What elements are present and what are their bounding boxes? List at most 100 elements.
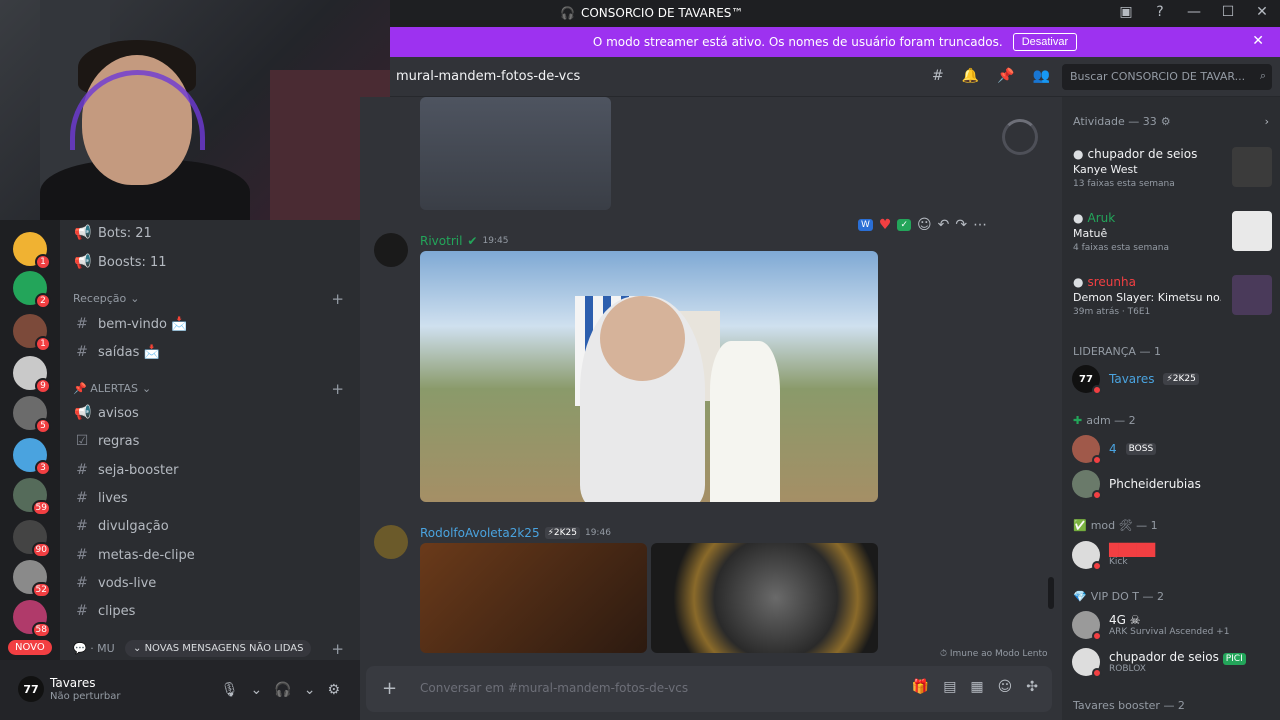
discord-window: 🎧 CONSORCIO DE TAVARES™ ▣ ? — ☐ ✕ O modo… (0, 0, 1280, 720)
server-icon-7[interactable]: 59 (13, 478, 51, 516)
add-channel-icon[interactable]: + (331, 290, 344, 308)
member-item[interactable]: chupador de seios PICI ROBLOX (1072, 648, 1246, 678)
stat-bots[interactable]: 📢 Bots: 21 (74, 225, 152, 241)
message-time: 19:45 (482, 236, 509, 246)
reply-icon[interactable]: ↶ (938, 217, 950, 233)
channel-clipes[interactable]: # clipes (74, 603, 135, 619)
channel-metas-de-clipe[interactable]: # metas-de-clipe (74, 547, 195, 563)
hash-icon: # (76, 316, 88, 332)
forward-icon[interactable]: ↷ (955, 217, 967, 233)
server-icon-4[interactable]: 9 (13, 356, 51, 394)
emoji-icon[interactable]: ☺ (998, 679, 1013, 695)
channel-vods-live[interactable]: # vods-live (74, 575, 156, 591)
streamer-mode-banner: O modo streamer está ativo. Os nomes de … (390, 27, 1280, 57)
close-icon[interactable]: ✕ (1252, 33, 1264, 49)
close-window-button[interactable]: ✕ (1254, 4, 1270, 20)
hash-icon: # (76, 603, 88, 619)
message-composer[interactable]: + Conversar em #mural-mandem-fotos-de-vc… (366, 666, 1052, 712)
add-attachment-icon[interactable]: + (382, 678, 397, 699)
category-alertas[interactable]: 📌 ALERTAS ⌄ (73, 382, 151, 395)
channel-avisos[interactable]: 📢 avisos (74, 405, 139, 421)
unread-messages-pill[interactable]: ⌄ NOVAS MENSAGENS NÃO LIDAS (125, 640, 312, 657)
add-channel-icon[interactable]: + (331, 640, 344, 658)
channel-bem-vindo[interactable]: # bem-vindo 📩 (74, 316, 187, 332)
activity-card[interactable]: ● chupador de seios Kanye West 13 faixas … (1068, 143, 1274, 195)
channel-divulgacao[interactable]: # divulgação (74, 518, 169, 534)
server-icon-9[interactable]: 52 (13, 560, 51, 598)
avatar[interactable]: 77 (18, 676, 44, 702)
role-icon: ✅ (1073, 519, 1087, 532)
gif-icon[interactable]: ▤ (943, 679, 956, 695)
server-icon-3[interactable]: 1 (13, 314, 51, 352)
checkbox-icon: ☑ (75, 433, 89, 449)
member-item[interactable]: Phcheiderubias (1072, 470, 1201, 500)
role-icon: 💎 (1073, 590, 1087, 603)
disable-streamer-button[interactable]: Desativar (1012, 33, 1078, 51)
image-attachment[interactable] (651, 543, 878, 653)
check-icon[interactable]: ✓ (897, 219, 912, 231)
author-name[interactable]: RodolfoAvoleta2k25 (420, 526, 540, 540)
microphone-icon[interactable]: 🎙 (221, 682, 239, 698)
gift-icon[interactable]: 🎁 (912, 679, 929, 695)
avatar[interactable] (374, 525, 408, 559)
title-bar: 🎧 CONSORCIO DE TAVARES™ ▣ ? — ☐ ✕ (390, 0, 1280, 27)
add-reaction-icon[interactable]: ☺ (917, 217, 932, 233)
channel-regras[interactable]: ☑ regras (74, 433, 140, 449)
server-icon-8[interactable]: 90 (13, 520, 51, 558)
avatar (1072, 541, 1102, 571)
author-tag: ⚡2K25 (544, 527, 580, 539)
gear-icon[interactable]: ⚙ (327, 682, 340, 698)
more-icon[interactable]: ⋯ (973, 217, 987, 233)
image-attachment[interactable] (420, 97, 611, 210)
server-icon-10[interactable]: 58 (13, 600, 51, 638)
member-item[interactable]: 77 Tavares ⚡2K25 (1072, 365, 1199, 395)
add-channel-icon[interactable]: + (331, 380, 344, 398)
maximize-button[interactable]: ☐ (1220, 4, 1236, 20)
server-icon-2[interactable]: 2 (13, 271, 51, 309)
chevron-down-icon[interactable]: ⌄ (304, 682, 316, 698)
member-item[interactable]: 4 BOSS (1072, 435, 1157, 465)
sticker-icon[interactable]: ▦ (970, 679, 983, 695)
pin-icon[interactable]: 📌 (997, 68, 1014, 84)
search-input[interactable]: Buscar CONSORCIO DE TAVAR... ⌕ (1062, 64, 1272, 90)
message-list[interactable]: W ♥ ✓ ☺ ↶ ↷ ⋯ Rivotril ✔ 19:45 RodolfoAv… (360, 97, 1062, 660)
channel-lives[interactable]: # lives (74, 490, 128, 506)
activity-header[interactable]: Atividade — 33 ⚙ › (1073, 115, 1269, 128)
activity-card[interactable]: ● sreunha Demon Slayer: Kimetsu no... 39m… (1068, 271, 1274, 323)
category-mu[interactable]: 💬 · MU (73, 642, 115, 655)
member-item[interactable]: █████ Kick (1072, 541, 1155, 571)
hash-icon: # (76, 518, 88, 534)
activity-card[interactable]: ● Aruk Matuê 4 faixas esta semana (1068, 207, 1274, 259)
loading-spinner (1002, 119, 1038, 155)
message-author: Rivotril ✔ 19:45 (420, 234, 508, 248)
image-attachment[interactable] (420, 251, 878, 502)
server-icon-1[interactable]: 1 (13, 232, 51, 270)
role-header-lideranca: LIDERANÇA — 1 (1073, 345, 1161, 358)
scrollbar[interactable] (1048, 577, 1054, 609)
category-recepcao[interactable]: Recepção ⌄ (73, 292, 139, 305)
inbox-icon[interactable]: ▣ (1118, 4, 1134, 20)
stat-boosts[interactable]: 📢 Boosts: 11 (74, 254, 167, 270)
help-icon[interactable]: ? (1152, 4, 1168, 20)
chevron-down-icon[interactable]: ⌄ (251, 682, 263, 698)
headphones-icon[interactable]: 🎧 (274, 682, 291, 698)
apps-icon[interactable]: ✣ (1026, 679, 1038, 695)
avatar[interactable] (374, 233, 408, 267)
heart-icon[interactable]: ♥ (879, 217, 892, 233)
album-art (1232, 275, 1272, 315)
image-attachment[interactable] (420, 543, 647, 653)
member-item[interactable]: 4G ☠ ARK Survival Ascended +1 (1072, 611, 1229, 641)
server-icon-5[interactable]: 5 (13, 396, 51, 434)
message-input[interactable]: Conversar em #mural-mandem-fotos-de-vcs (420, 681, 688, 695)
banner-text: O modo streamer está ativo. Os nomes de … (592, 35, 1003, 49)
channel-saidas[interactable]: # saídas 📩 (74, 344, 160, 360)
server-icon-6[interactable]: 3 (13, 438, 51, 476)
bell-icon[interactable]: 🔔 (962, 68, 979, 84)
reaction-w[interactable]: W (858, 219, 873, 231)
minimize-button[interactable]: — (1186, 4, 1202, 20)
new-badge[interactable]: NOVO (8, 640, 52, 655)
author-name[interactable]: Rivotril (420, 234, 462, 248)
threads-icon[interactable]: # (932, 68, 944, 84)
channel-seja-booster[interactable]: # seja-booster (74, 462, 178, 478)
members-icon[interactable]: 👥 (1033, 68, 1050, 84)
